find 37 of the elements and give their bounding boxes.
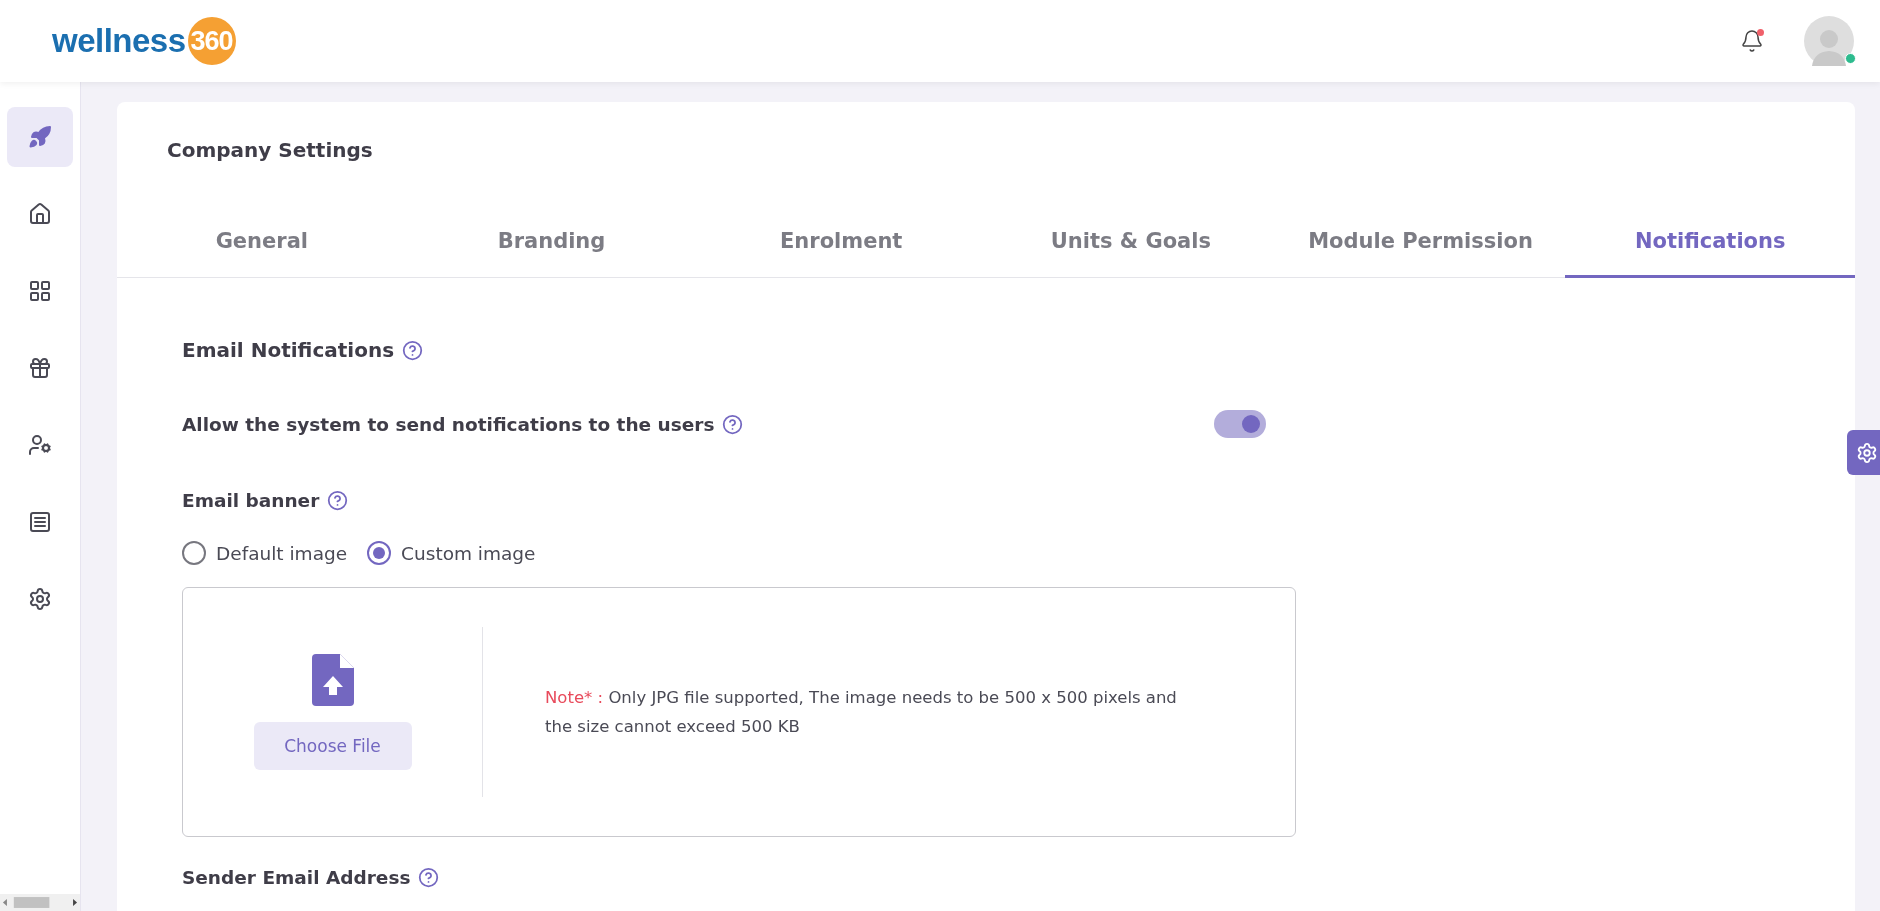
list-icon bbox=[28, 510, 52, 534]
help-icon[interactable] bbox=[418, 867, 440, 888]
rocket-icon bbox=[28, 125, 52, 149]
help-icon[interactable] bbox=[327, 490, 349, 511]
radio-option[interactable]: Custom image bbox=[367, 541, 536, 565]
logo-badge: 360 bbox=[187, 17, 236, 65]
upload-note: Note* : Only JPG file supported, The image needs to be 500 x 500 pixels and the size cannot exceed 500 KB bbox=[545, 687, 1178, 738]
logo-text: wellness bbox=[52, 22, 186, 60]
field-label: Sender Email Address bbox=[182, 867, 411, 888]
grid-icon bbox=[28, 279, 52, 303]
tab[interactable]: Branding bbox=[406, 206, 697, 278]
file-upload-icon bbox=[311, 654, 354, 706]
settings-icon bbox=[28, 587, 52, 611]
radio-option[interactable]: Default image bbox=[182, 541, 348, 565]
radio-button[interactable] bbox=[182, 541, 206, 565]
help-icon[interactable] bbox=[722, 413, 744, 435]
radio-button[interactable] bbox=[367, 541, 392, 565]
horizontal-scrollbar[interactable] bbox=[0, 894, 80, 911]
setting-label: Allow the system to send notifications to the users bbox=[182, 413, 715, 435]
choose-file-button[interactable]: Choose File bbox=[253, 722, 412, 770]
tab[interactable]: Units & Goals bbox=[986, 206, 1276, 278]
home-icon bbox=[28, 202, 52, 226]
tab[interactable]: Module Permission bbox=[1275, 206, 1566, 278]
help-icon[interactable] bbox=[402, 339, 424, 361]
tab[interactable]: Enrolment bbox=[696, 206, 986, 278]
section-title: Email Notifications bbox=[182, 338, 395, 362]
toggle-switch[interactable] bbox=[1214, 410, 1266, 438]
field-label: Email banner bbox=[182, 490, 320, 511]
tab[interactable]: Notifications bbox=[1565, 206, 1856, 278]
settings-icon bbox=[1855, 441, 1878, 464]
settings-button[interactable] bbox=[1847, 430, 1880, 475]
page-title: Company Settings bbox=[166, 137, 374, 162]
sidebar-item[interactable] bbox=[7, 107, 73, 167]
tab[interactable]: General bbox=[117, 206, 407, 278]
user-gear-icon bbox=[28, 433, 52, 457]
notifications-button[interactable] bbox=[1740, 29, 1764, 53]
gift-icon bbox=[28, 356, 52, 380]
